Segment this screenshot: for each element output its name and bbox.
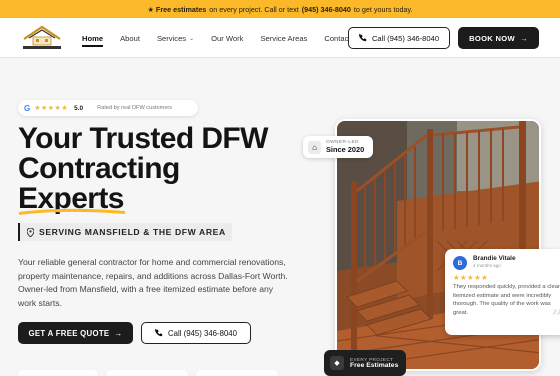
free-estimates-badge: ◆ EVERY PROJECT Free Estimates: [324, 350, 406, 376]
avatar: B: [453, 256, 467, 270]
header-call-button[interactable]: Call (945) 346-8040: [348, 27, 450, 49]
review-stars: ★★★★★: [453, 273, 489, 282]
nav-our-work[interactable]: Our Work: [211, 34, 243, 43]
quote-icon: ”: [551, 305, 560, 329]
nav-about[interactable]: About: [120, 34, 140, 43]
nav-contact[interactable]: Contact: [324, 34, 350, 43]
service-area-label: SERVING MANSFIELD & THE DFW AREA: [39, 227, 226, 237]
owner-led-badge: ⌂ OWNER-LED Since 2020: [303, 136, 373, 158]
trust-pill: [18, 370, 98, 376]
rating-stars: ★★★★★: [34, 105, 69, 112]
hero-description: Your reliable general contractor for hom…: [18, 257, 288, 308]
estimate-value: Free Estimates: [350, 362, 399, 369]
hero-call-button[interactable]: Call (945) 346-8040: [141, 322, 251, 344]
announcement-phone[interactable]: (945) 346-8040: [302, 5, 351, 14]
announcement-lead: ★ Free estimates: [147, 4, 207, 14]
trust-pills-row: [18, 370, 278, 376]
location-pin-icon: [27, 227, 34, 237]
review-card: B Brandie Vitale 4 months ago ★★★★★ They…: [445, 249, 560, 335]
headline-line-2: Contracting: [18, 152, 180, 185]
google-icon: G: [24, 103, 31, 113]
rating-subtitle: Rated by real DFW customers: [97, 105, 173, 111]
service-area-tag: SERVING MANSFIELD & THE DFW AREA: [18, 223, 232, 241]
phone-icon: [358, 34, 367, 42]
announcement-middle: on every project. Call or text: [209, 4, 299, 14]
review-text: They responded quickly, provided a clear…: [453, 284, 560, 316]
chevron-down-icon: ⌄: [189, 35, 195, 42]
announcement-tail: to get yours today.: [353, 4, 413, 14]
trust-pill: [196, 370, 278, 376]
review-author: Brandie Vitale: [473, 255, 516, 262]
nav-services-label: Services: [156, 33, 187, 43]
header-call-label: Call (945) 346-8040: [371, 33, 440, 43]
nav-services[interactable]: Services ⌄: [157, 34, 194, 43]
home-icon: ⌂: [308, 140, 321, 154]
tag-icon: ◆: [330, 356, 344, 370]
arrow-right-icon: →: [114, 328, 123, 338]
headline-line-1: Your Trusted DFW: [18, 122, 268, 155]
rating-score: 5.0: [74, 104, 84, 112]
review-time: 4 months ago: [473, 263, 501, 268]
owner-led-year: Since 2020: [326, 145, 365, 154]
arrow-right-icon: →: [519, 33, 528, 43]
trust-pill: [106, 370, 188, 376]
main-nav: Home About Services ⌄ Our Work Service Ar…: [82, 18, 368, 58]
headline-underline: [19, 208, 125, 215]
house-roof-logo[interactable]: [20, 24, 64, 52]
nav-service-areas[interactable]: Service Areas: [260, 34, 307, 43]
book-now-button[interactable]: BOOK NOW →: [458, 27, 539, 49]
hero-call-label: Call (945) 346-8040: [168, 328, 237, 338]
site-header: Home About Services ⌄ Our Work Service Ar…: [0, 18, 560, 58]
nav-home[interactable]: Home: [82, 34, 104, 47]
announcement-bar: ★ Free estimates on every project. Call …: [0, 0, 560, 18]
rating-pill: G ★★★★★ 5.0 Rated by real DFW customers: [18, 100, 198, 116]
phone-icon: [155, 329, 163, 337]
hero-headline: Your Trusted DFW Contracting Experts: [18, 124, 318, 214]
free-quote-label: GET A FREE QUOTE: [28, 328, 110, 338]
free-quote-button[interactable]: GET A FREE QUOTE →: [18, 322, 133, 344]
book-now-label: BOOK NOW: [469, 33, 515, 43]
